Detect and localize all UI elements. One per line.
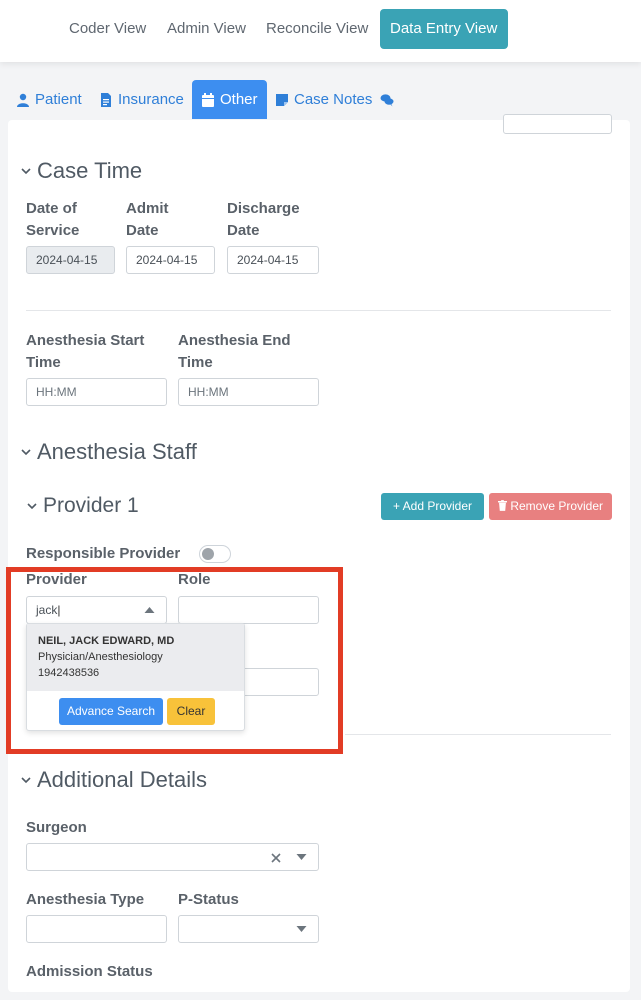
tab-patient[interactable]: Patient <box>16 80 82 119</box>
label-line: Service <box>26 222 80 239</box>
label-line: Date <box>126 222 159 239</box>
remove-provider-button[interactable]: Remove Provider <box>489 493 612 520</box>
admit-date-field[interactable]: 2024-04-15 <box>126 246 215 274</box>
data-entry-view-button[interactable]: Data Entry View <box>380 9 508 49</box>
document-icon <box>101 92 111 107</box>
tab-other[interactable]: Other <box>192 80 267 119</box>
anesthesia-type-label: Anesthesia Type <box>26 891 145 908</box>
surgeon-label: Surgeon <box>26 819 87 836</box>
provider-title: Provider 1 <box>43 494 139 517</box>
anesthesia-end-label: Anesthesia End Time <box>178 330 291 374</box>
tab-other-label: Other <box>220 91 258 108</box>
caret-down-icon <box>296 854 307 860</box>
chevron-down-icon <box>21 168 31 175</box>
section-title: Case Time <box>37 158 143 183</box>
tab-insurance-label: Insurance <box>118 91 184 108</box>
reconcile-view-button[interactable]: Reconcile View <box>256 9 378 49</box>
label-line: Time <box>26 354 61 371</box>
admission-status-label: Admission Status <box>26 963 153 980</box>
anesthesia-end-input[interactable]: HH:MM <box>178 378 319 406</box>
tab-patient-label: Patient <box>35 91 82 108</box>
responsible-provider-toggle[interactable] <box>199 545 231 563</box>
section-title: Anesthesia Staff <box>37 439 197 464</box>
anesthesia-start-input[interactable]: HH:MM <box>26 378 167 406</box>
caret-down-icon <box>296 926 307 932</box>
anesthesia-start-label: Anesthesia Start Time <box>26 330 144 374</box>
clear-icon <box>271 853 281 863</box>
date-of-service-label: Date of Service <box>26 198 79 242</box>
annotation-highlight-box <box>6 567 343 754</box>
label-line: Anesthesia Start <box>26 332 145 349</box>
sticky-note-icon <box>276 93 288 106</box>
calendar-icon <box>202 92 214 107</box>
discharge-date-label: Discharge Date <box>227 198 300 242</box>
provider-1-header[interactable]: Provider 1 <box>27 494 139 518</box>
tab-case-notes[interactable]: Case Notes <box>275 80 372 119</box>
coder-view-button[interactable]: Coder View <box>59 9 156 49</box>
tab-insurance[interactable]: Insurance <box>99 80 184 119</box>
label-line: Date <box>227 222 260 239</box>
divider <box>345 734 611 735</box>
chevron-down-icon <box>21 777 31 784</box>
section-title: Additional Details <box>37 767 207 792</box>
p-status-label: P-Status <box>178 891 239 908</box>
divider <box>26 310 611 311</box>
other-tab-panel: Case Time Date of Service Admit Date Dis… <box>8 114 630 992</box>
comments-icon <box>380 93 394 106</box>
trash-icon <box>497 500 507 511</box>
label-line: Date of <box>26 200 77 217</box>
top-select[interactable] <box>503 114 612 134</box>
responsible-provider-label: Responsible Provider <box>26 545 181 562</box>
chevron-down-icon <box>21 449 31 456</box>
tab-comments[interactable] <box>380 80 394 119</box>
discharge-date-field[interactable]: 2024-04-15 <box>227 246 319 274</box>
label-line: Discharge <box>227 200 300 217</box>
view-switcher: Coder View Admin View Reconcile View Dat… <box>0 0 641 62</box>
tab-case-notes-label: Case Notes <box>294 91 373 108</box>
admin-view-button[interactable]: Admin View <box>157 9 256 49</box>
anesthesia-type-input[interactable] <box>26 915 167 943</box>
label-line: Anesthesia End <box>178 332 291 349</box>
add-provider-button[interactable]: + Add Provider <box>381 493 484 520</box>
remove-provider-label: Remove Provider <box>510 499 604 513</box>
chevron-down-icon <box>27 503 37 510</box>
label-line: Admit <box>126 200 169 217</box>
anesthesia-staff-section-header[interactable]: Anesthesia Staff <box>21 439 197 465</box>
case-time-section-header[interactable]: Case Time <box>21 158 142 184</box>
p-status-select[interactable] <box>178 915 319 943</box>
user-icon <box>17 93 29 107</box>
label-line: Time <box>178 354 213 371</box>
additional-details-section-header[interactable]: Additional Details <box>21 767 207 793</box>
date-of-service-field: 2024-04-15 <box>26 246 115 274</box>
surgeon-select[interactable] <box>26 843 319 871</box>
admit-date-label: Admit Date <box>126 198 169 242</box>
